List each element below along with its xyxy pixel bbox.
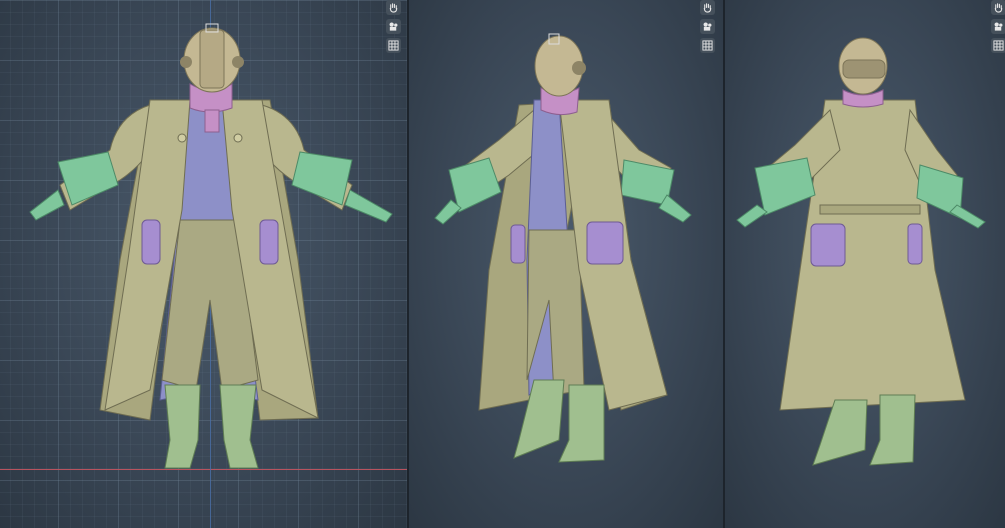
hand-pan-icon[interactable] [991, 0, 1005, 15]
camera-orbit-icon[interactable] [991, 19, 1005, 34]
grid-toggle-icon[interactable] [386, 38, 401, 53]
grid-toggle-icon[interactable] [700, 38, 715, 53]
camera-orbit-icon[interactable] [386, 19, 401, 34]
viewport-toolbar-front [386, 0, 401, 53]
camera-orbit-icon[interactable] [700, 19, 715, 34]
character-model-three-quarter[interactable] [409, 0, 723, 528]
app-window [0, 0, 1005, 528]
viewport-back[interactable] [725, 0, 1005, 528]
viewport-perspective[interactable] [409, 0, 723, 528]
hand-pan-icon[interactable] [386, 0, 401, 15]
viewport-toolbar-back [991, 0, 1005, 53]
grid-toggle-icon[interactable] [991, 38, 1005, 53]
viewport-toolbar-perspective [700, 0, 715, 53]
character-model-front[interactable] [0, 0, 407, 528]
viewport-front[interactable] [0, 0, 407, 528]
hand-pan-icon[interactable] [700, 0, 715, 15]
character-model-back[interactable] [725, 0, 1005, 528]
